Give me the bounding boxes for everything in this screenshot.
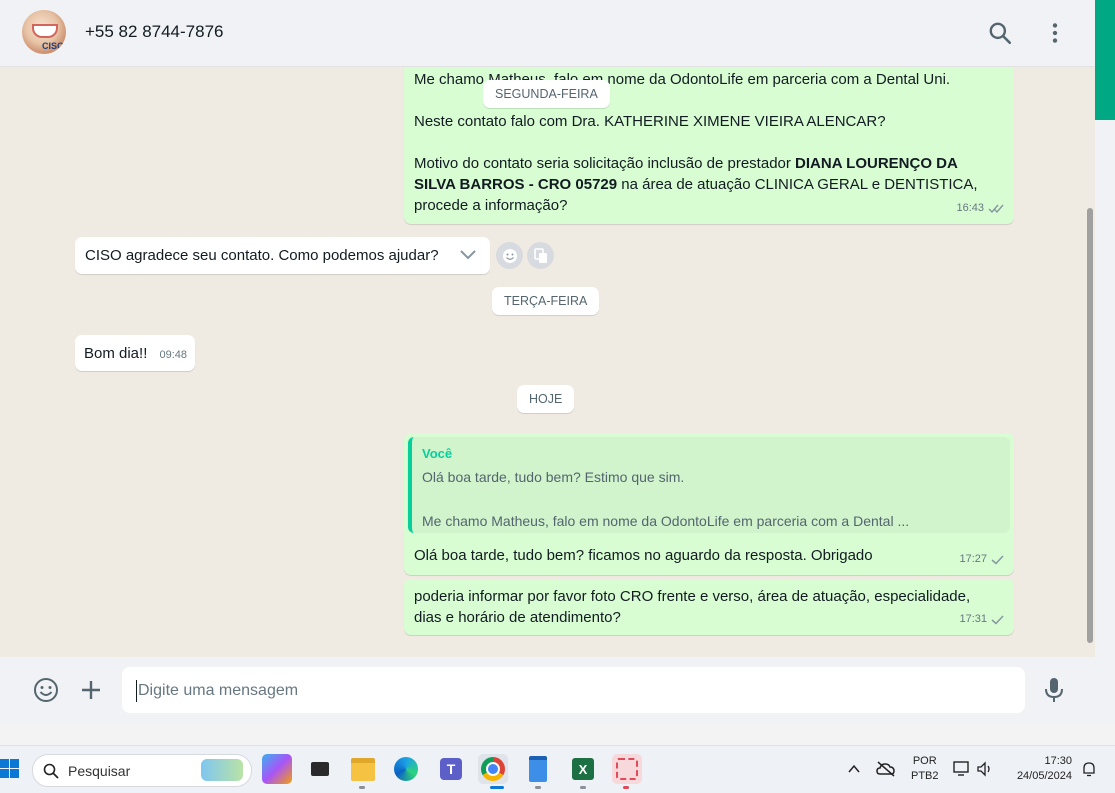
contact-name[interactable]: +55 82 8744-7876 <box>85 22 224 42</box>
copilot-icon[interactable] <box>262 754 292 784</box>
message-meta: 16:43 <box>956 198 1005 219</box>
message-bold-text: DIANA LOURENÇO DA <box>795 155 958 172</box>
day-separator: HOJE <box>517 385 575 413</box>
notification-bell-icon[interactable] <box>1082 761 1096 777</box>
single-check-icon <box>991 555 1004 565</box>
message-meta: 17:27 <box>959 549 1005 570</box>
chat-header: CISO +55 82 8744-7876 <box>0 0 1095 67</box>
message-meta: 17:31 <box>959 609 1005 630</box>
chrome-icon[interactable] <box>478 754 508 784</box>
plus-icon[interactable] <box>79 678 103 702</box>
message-text: procede a informação? <box>414 197 568 214</box>
single-check-icon <box>991 615 1004 625</box>
react-emoji-icon[interactable] <box>496 242 523 269</box>
message-incoming[interactable]: CISO agradece seu contato. Como podemos … <box>75 237 490 274</box>
message-input[interactable] <box>136 667 1010 715</box>
message-text: Neste contato falo com Dra. KATHERINE XI… <box>414 113 886 130</box>
conversation-panel[interactable]: Me chamo Matheus, falo em nome da Odonto… <box>5 67 1085 657</box>
active-indicator <box>490 786 504 789</box>
language-indicator[interactable]: POR PTB2 <box>911 755 939 782</box>
whatsapp-window: CISO +55 82 8744-7876 Me chamo Matheus, … <box>0 0 1095 724</box>
search-icon <box>43 763 59 779</box>
message-incoming[interactable]: Bom dia!! 09:48 <box>75 335 195 371</box>
running-indicator <box>359 786 365 789</box>
teams-icon[interactable]: T <box>436 754 466 784</box>
text-caret <box>136 680 137 702</box>
clock[interactable]: 17:30 24/05/2024 <box>1010 755 1072 782</box>
running-indicator <box>535 786 541 789</box>
background-window-edge <box>1095 0 1115 120</box>
quote-text: Olá boa tarde, tudo bem? Estimo que sim. <box>422 469 685 485</box>
teeth-logo-icon <box>32 24 58 38</box>
excel-icon[interactable]: X <box>568 754 598 784</box>
running-indicator <box>623 786 629 789</box>
search-highlight-icon <box>201 759 243 781</box>
file-explorer-icon[interactable] <box>348 754 378 784</box>
chevron-up-icon[interactable] <box>848 764 860 774</box>
edge-icon[interactable] <box>391 754 421 784</box>
day-separator: SEGUNDA-FEIRA <box>483 80 610 108</box>
task-view-icon[interactable] <box>305 754 335 784</box>
emoji-icon[interactable] <box>33 677 59 703</box>
windows-taskbar: Pesquisar T X POR PTB2 17:30 24/05/2024 <box>0 745 1115 793</box>
notepad-icon[interactable] <box>523 754 553 784</box>
network-icon[interactable] <box>953 761 971 777</box>
keyboard-layout: PTB2 <box>911 770 939 782</box>
windows-start-icon[interactable] <box>0 759 20 779</box>
message-text-line: Motivo do contato seria solicitação incl… <box>414 153 958 174</box>
message-time: 09:48 <box>159 349 187 361</box>
double-check-icon <box>988 204 1004 214</box>
running-indicator <box>580 786 586 789</box>
message-text: Olá boa tarde, tudo bem? ficamos no agua… <box>414 547 873 564</box>
forward-icon[interactable] <box>527 242 554 269</box>
quoted-message[interactable]: Você Olá boa tarde, tudo bem? Estimo que… <box>408 437 1010 533</box>
message-time: 17:27 <box>959 553 987 565</box>
message-input-box[interactable] <box>122 667 1025 715</box>
message-text: CISO agradece seu contato. Como podemos … <box>85 247 439 264</box>
volume-icon[interactable] <box>976 761 994 777</box>
avatar-label: CISO <box>41 41 64 51</box>
message-text: Motivo do contato seria solicitação incl… <box>414 155 796 172</box>
microphone-icon[interactable] <box>1043 676 1065 704</box>
background-window-edge <box>1095 120 1115 724</box>
message-composer <box>0 657 1095 724</box>
message-text: na área de atuação CLINICA GERAL e DENTI… <box>617 176 978 193</box>
message-text-line: SILVA BARROS - CRO 05729 na área de atua… <box>414 174 978 195</box>
clock-date: 24/05/2024 <box>1016 770 1072 782</box>
message-time: 17:31 <box>959 613 987 625</box>
quote-text: Me chamo Matheus, falo em nome da Odonto… <box>422 513 910 529</box>
menu-icon[interactable] <box>1042 20 1068 46</box>
message-bold-text: SILVA BARROS - CRO 05729 <box>414 176 618 193</box>
snipping-tool-icon[interactable] <box>612 754 642 784</box>
language-code: POR <box>912 755 937 767</box>
message-text: Bom dia!! <box>84 345 148 362</box>
message-meta: 09:48 <box>159 345 187 366</box>
search-label: Pesquisar <box>68 763 131 779</box>
contact-avatar[interactable]: CISO <box>22 10 66 54</box>
chevron-down-icon[interactable] <box>459 248 477 262</box>
message-text: dias e horário de atendimento? <box>414 609 621 626</box>
message-time: 16:43 <box>956 202 984 214</box>
message-outgoing[interactable]: poderia informar por favor foto CRO fren… <box>404 579 1014 635</box>
onedrive-icon[interactable] <box>876 760 896 778</box>
quote-author: Você <box>422 446 453 461</box>
search-icon[interactable] <box>987 20 1013 46</box>
message-outgoing[interactable]: Você Olá boa tarde, tudo bem? Estimo que… <box>404 433 1014 575</box>
taskbar-search[interactable]: Pesquisar <box>32 754 252 787</box>
scrollbar-thumb[interactable] <box>1087 208 1093 643</box>
message-text: poderia informar por favor foto CRO fren… <box>414 588 971 605</box>
day-separator: TERÇA-FEIRA <box>492 287 600 315</box>
clock-time: 17:30 <box>1044 755 1072 767</box>
